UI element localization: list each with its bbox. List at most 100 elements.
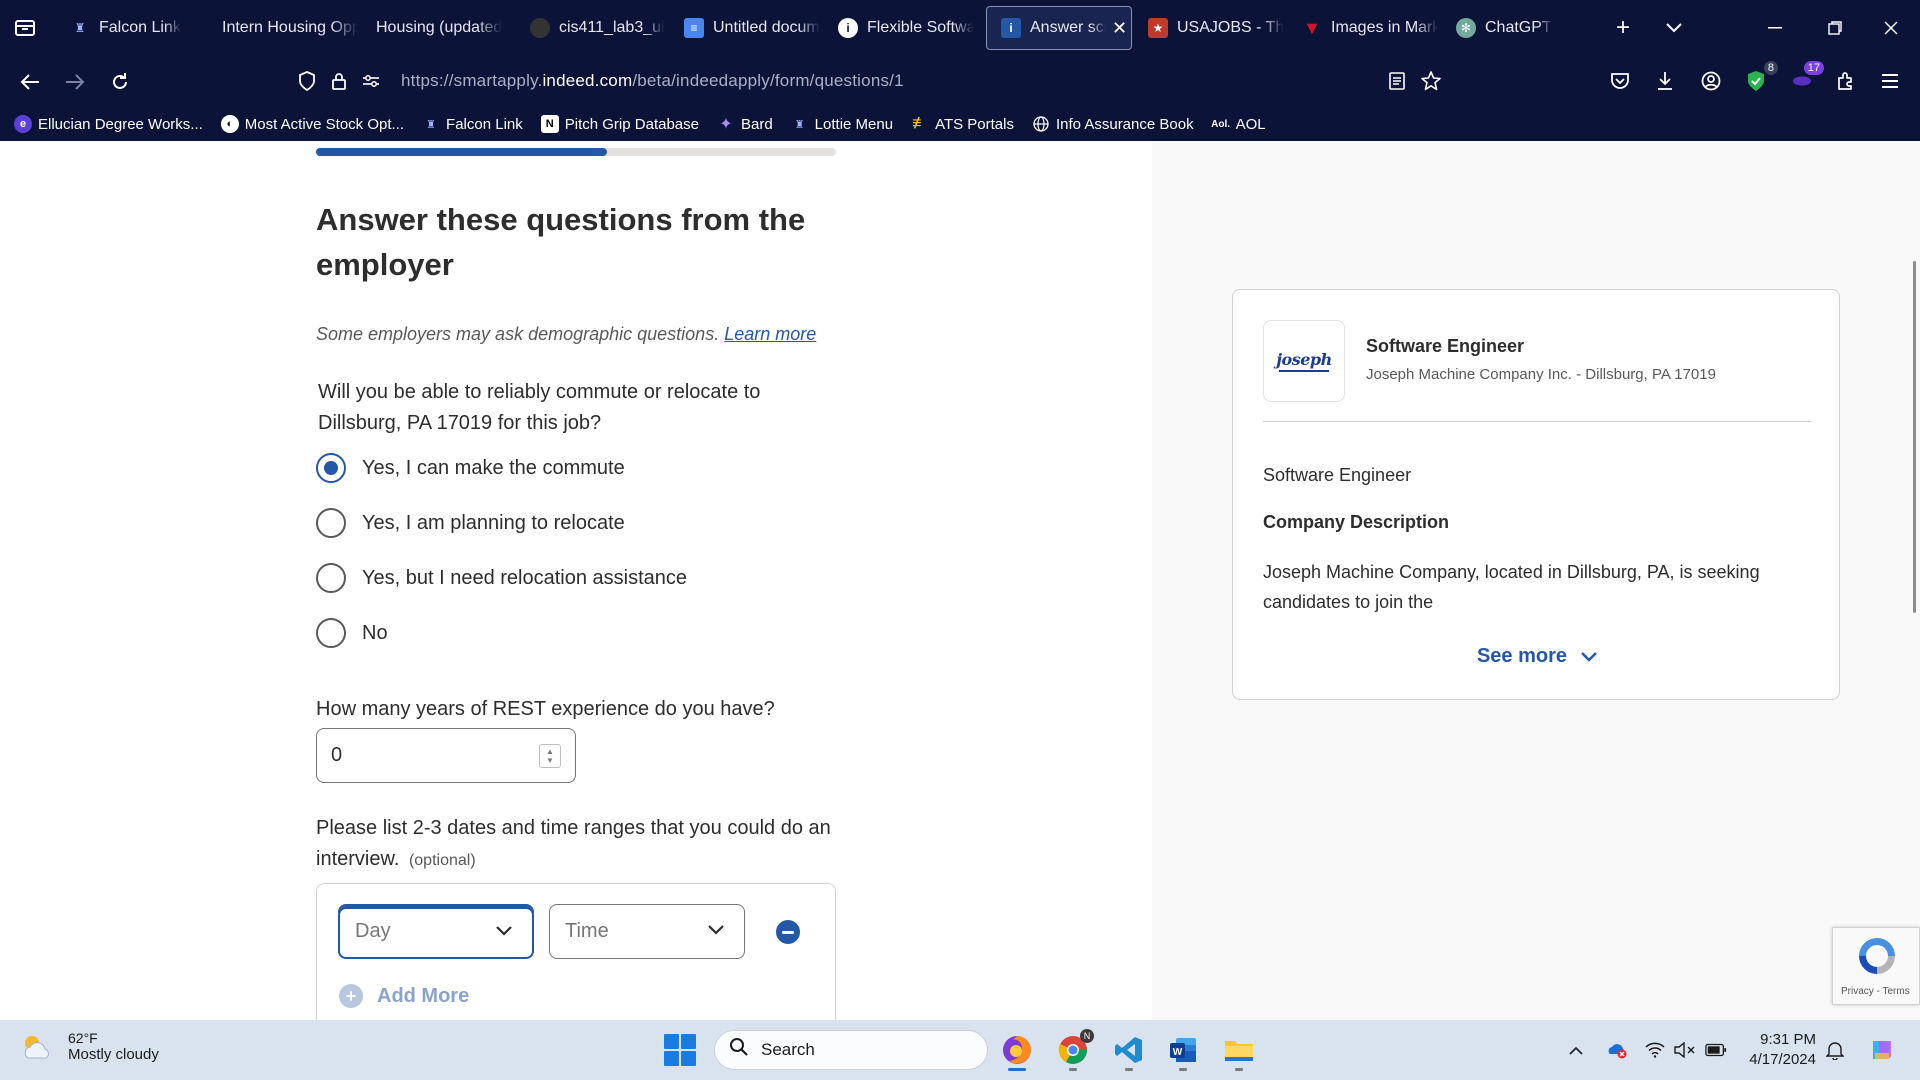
radio-option-relocation-assistance[interactable]: Yes, but I need relocation assistance: [316, 562, 687, 594]
site-permissions-icon[interactable]: [360, 70, 382, 92]
url-path: /beta/indeedapply/form/questions/1: [632, 71, 904, 90]
bookmark-pitch-grip[interactable]: N Pitch Grip Database: [540, 115, 699, 133]
stepper-down-icon[interactable]: ▼: [546, 756, 554, 765]
bookmark-bard[interactable]: ✦ Bard: [717, 115, 772, 134]
account-icon[interactable]: [1697, 67, 1725, 95]
menu-hamburger-icon[interactable]: [1876, 67, 1904, 95]
tab-intern-housing[interactable]: Intern Housing Opp: [208, 6, 358, 50]
forward-icon[interactable]: [60, 67, 90, 97]
radio-button[interactable]: [316, 563, 346, 593]
restore-icon[interactable]: [1820, 14, 1850, 42]
windows-start-icon[interactable]: [664, 1034, 696, 1066]
see-more-button[interactable]: See more: [1233, 645, 1841, 668]
company-logo: joseph: [1263, 320, 1345, 402]
years-experience-input[interactable]: 0 ▲ ▼: [316, 728, 576, 783]
remove-row-icon[interactable]: [776, 920, 800, 944]
back-icon[interactable]: [15, 67, 45, 97]
copilot-icon[interactable]: [1866, 1034, 1898, 1066]
clock-time: 9:31 PM: [1760, 1031, 1816, 1048]
tab-untitled-document[interactable]: ≡ Untitled docum: [670, 6, 820, 50]
file-explorer-icon[interactable]: [1218, 1029, 1260, 1071]
vscode-icon[interactable]: [1108, 1029, 1150, 1071]
minimize-icon[interactable]: [1760, 14, 1790, 42]
tab-falcon-link[interactable]: ♜ Falcon Link: [56, 6, 206, 50]
bookmark-ats-portals[interactable]: ≢ ATS Portals: [911, 115, 1014, 133]
close-window-icon[interactable]: [1876, 14, 1906, 42]
chrome-profile-badge: N: [1080, 1029, 1094, 1043]
radio-option-no[interactable]: No: [316, 617, 388, 649]
ats-icon: ≢: [912, 115, 929, 132]
notion-icon: N: [540, 115, 559, 133]
job-summary-card: joseph Software Engineer Joseph Machine …: [1232, 289, 1840, 700]
chevron-down-icon: [1581, 646, 1597, 667]
bookmark-star-icon[interactable]: [1420, 70, 1442, 92]
reader-view-icon[interactable]: [1386, 70, 1408, 92]
add-more-button[interactable]: + Add More: [339, 984, 469, 1008]
tab-housing-updated[interactable]: Housing (updated: [362, 6, 512, 50]
purple-extension-icon[interactable]: 17: [1788, 61, 1824, 95]
weather-widget[interactable]: 62°F Mostly cloudy: [20, 1030, 159, 1063]
address-bar[interactable]: https://smartapply.indeed.com/beta/indee…: [288, 60, 1452, 102]
bookmark-lottie-menu[interactable]: ♜ Lottie Menu: [791, 115, 893, 133]
stock-icon: ◐: [220, 115, 239, 133]
extensions-puzzle-icon[interactable]: [1832, 67, 1860, 95]
tab-flexible-software[interactable]: i Flexible Softwa: [824, 6, 974, 50]
tab-title: Intern Housing Opp: [222, 19, 358, 36]
battery-icon[interactable]: [1705, 1039, 1727, 1061]
notifications-bell-icon[interactable]: [1824, 1039, 1846, 1061]
show-hidden-icons-chevron-icon[interactable]: [1565, 1039, 1587, 1061]
tab-cis411-lab3[interactable]: cis411_lab3_ui: [516, 6, 666, 50]
tab-answer-screener[interactable]: i Answer scree ✕: [986, 6, 1132, 50]
stepper-up-icon[interactable]: ▲: [546, 747, 554, 756]
learn-more-link[interactable]: Learn more: [724, 324, 816, 344]
tab-list-icon[interactable]: [10, 14, 40, 42]
time-select[interactable]: Time: [549, 904, 745, 959]
interview-question: Please list 2-3 dates and time ranges th…: [316, 813, 836, 876]
bookmark-ellucian[interactable]: e Ellucian Degree Works...: [14, 115, 203, 133]
pocket-icon[interactable]: [1606, 67, 1634, 95]
bookmark-label: Pitch Grip Database: [564, 115, 699, 133]
volume-muted-icon[interactable]: [1674, 1039, 1696, 1061]
page-scrollbar[interactable]: [1913, 261, 1916, 613]
tab-chatgpt[interactable]: ✻ ChatGPT: [1442, 6, 1592, 50]
tracking-protection-shield-icon[interactable]: [296, 70, 318, 92]
wifi-icon[interactable]: [1644, 1039, 1666, 1061]
url-text[interactable]: https://smartapply.indeed.com/beta/indee…: [401, 71, 904, 91]
chrome-icon[interactable]: N: [1052, 1029, 1094, 1071]
aol-icon: Aol.: [1211, 118, 1231, 130]
bookmark-stock-options[interactable]: ◐ Most Active Stock Opt...: [220, 115, 404, 133]
day-select[interactable]: Day: [338, 904, 534, 959]
bookmark-info-assurance[interactable]: Info Assurance Book: [1032, 115, 1194, 133]
radio-option-commute[interactable]: Yes, I can make the commute: [316, 452, 625, 484]
site-lock-icon[interactable]: [328, 70, 350, 92]
taskbar-search[interactable]: Search: [714, 1030, 988, 1070]
tab-usajobs[interactable]: ★ USAJOBS - The: [1134, 6, 1284, 50]
recaptcha-legal[interactable]: Privacy - Terms: [1841, 986, 1910, 997]
temperature: 62°F: [68, 1030, 98, 1046]
close-tab-icon[interactable]: ✕: [1112, 18, 1127, 39]
tab-images-in-markdown[interactable]: ▼ Images in Mark: [1288, 6, 1438, 50]
new-tab-icon[interactable]: +: [1608, 14, 1638, 42]
number-stepper[interactable]: ▲ ▼: [539, 744, 561, 768]
system-clock[interactable]: 9:31 PM 4/17/2024: [1740, 1030, 1816, 1070]
bookmark-falcon-link[interactable]: ♜ Falcon Link: [422, 115, 523, 133]
shield-extension-icon[interactable]: 8: [1742, 61, 1778, 95]
globe-icon: [1032, 115, 1050, 133]
list-tabs-chevron-icon[interactable]: [1659, 14, 1689, 42]
reload-icon[interactable]: [105, 67, 135, 97]
radio-button[interactable]: [316, 508, 346, 538]
onedrive-error-icon[interactable]: [1606, 1039, 1628, 1061]
search-placeholder: Search: [761, 1040, 815, 1059]
radio-button[interactable]: [316, 618, 346, 648]
downloads-icon[interactable]: [1651, 67, 1679, 95]
interview-availability-box: Day Time + Add More: [316, 883, 836, 1020]
firefox-icon[interactable]: [996, 1029, 1038, 1071]
bookmark-label: Lottie Menu: [814, 115, 894, 133]
recaptcha-badge[interactable]: Privacy - Terms: [1832, 927, 1920, 1005]
word-icon[interactable]: W: [1162, 1029, 1204, 1071]
radio-option-relocate[interactable]: Yes, I am planning to relocate: [316, 507, 625, 539]
radio-button-checked[interactable]: [316, 453, 346, 483]
bookmark-aol[interactable]: Aol. AOL: [1211, 115, 1265, 133]
clock-date: 4/17/2024: [1749, 1051, 1816, 1068]
tab-title: Answer scree: [1030, 19, 1106, 36]
